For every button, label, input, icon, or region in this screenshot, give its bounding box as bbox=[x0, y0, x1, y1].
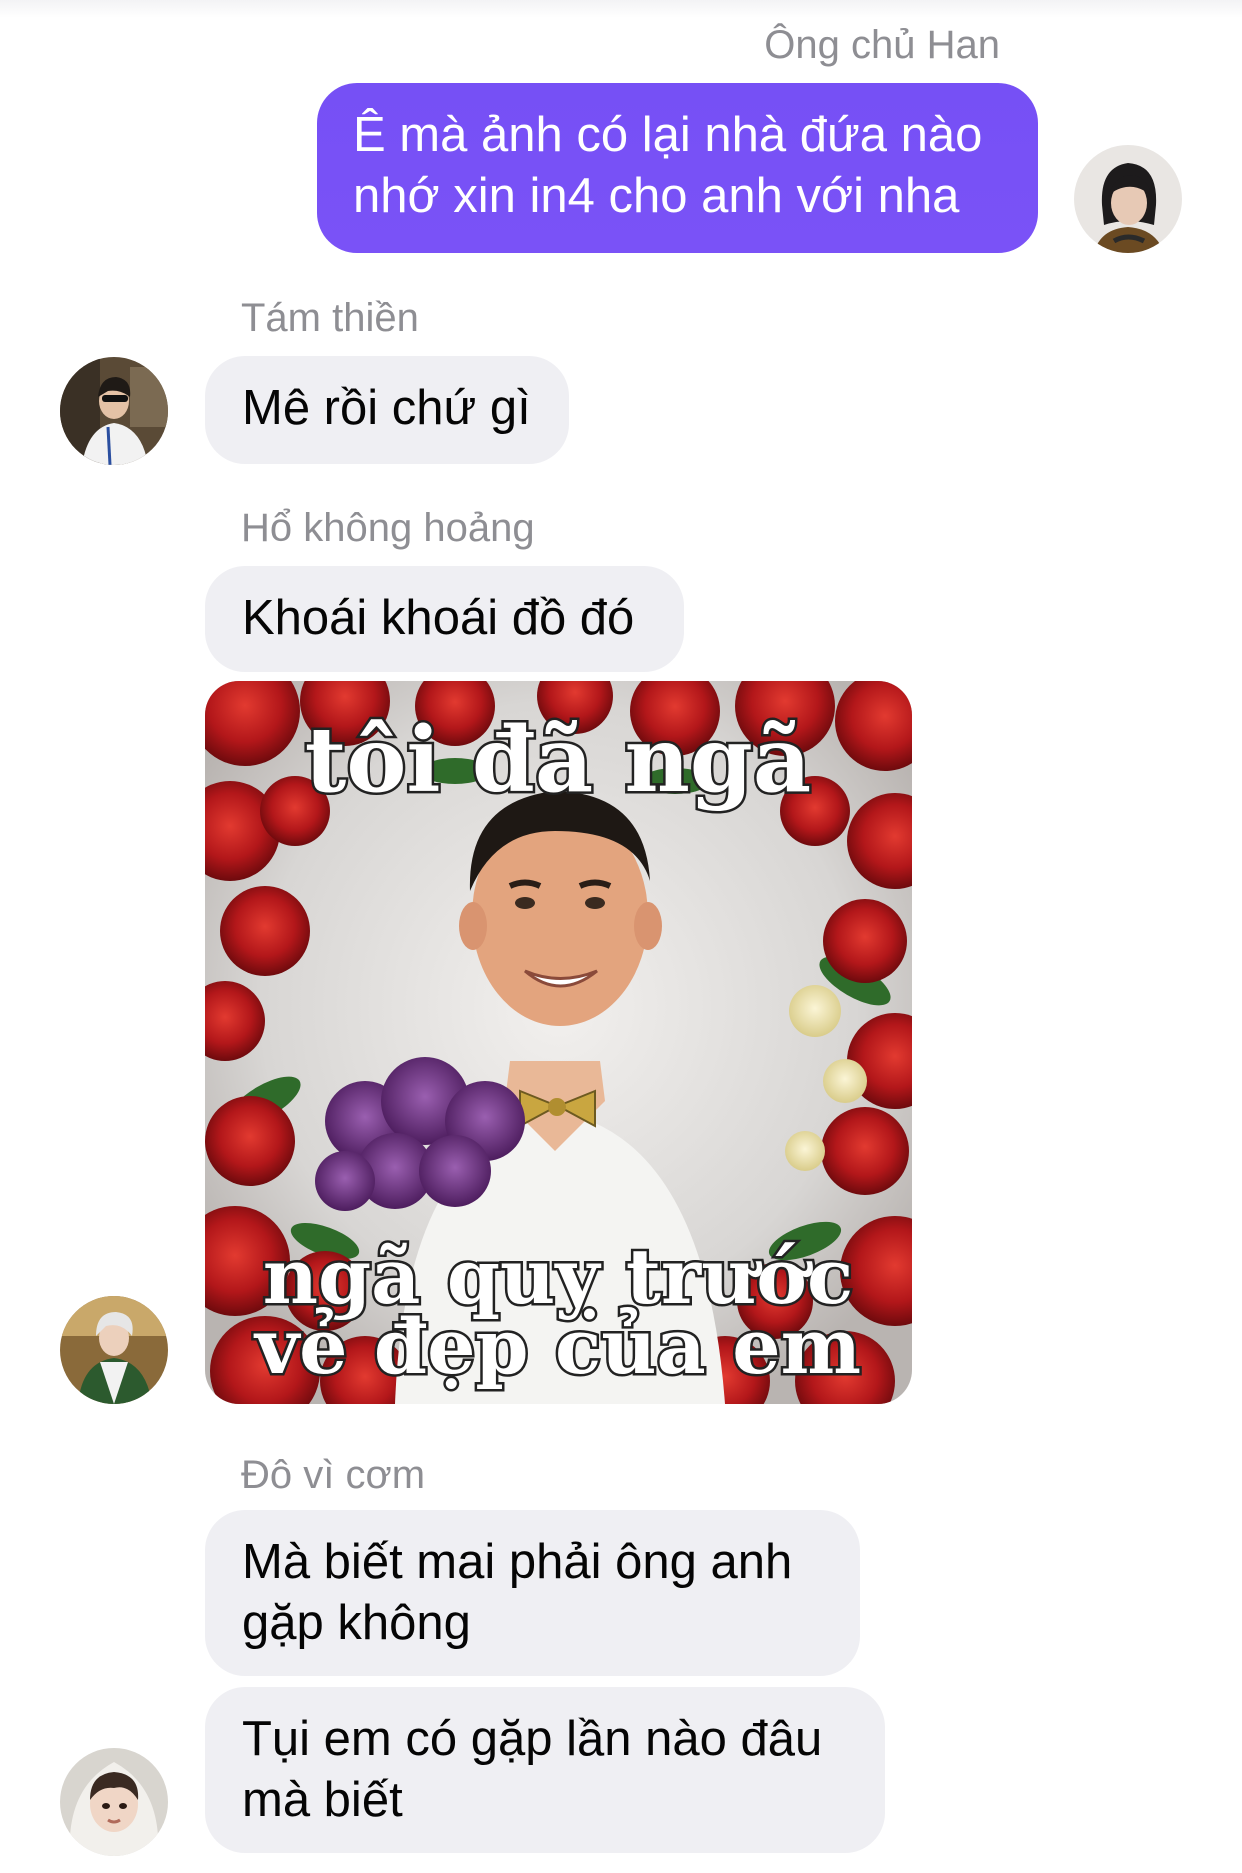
message-line: Mà biết mai phải ông anh bbox=[242, 1535, 793, 1589]
message-line: Ê mà ảnh có lại nhà đứa nào bbox=[353, 108, 983, 162]
sender-name-han: Ông chủ Han bbox=[764, 23, 1000, 67]
top-fade bbox=[0, 0, 1242, 18]
meme-caption-top: tôi đã ngã bbox=[305, 707, 811, 813]
message-line: Mê rồi chứ gì bbox=[242, 381, 531, 435]
message-bubble-incoming[interactable]: Mà biết mai phải ông anh gặp không bbox=[205, 1510, 860, 1676]
avatar-ho-khong-hoang[interactable] bbox=[60, 1296, 168, 1404]
message-line: nhớ xin in4 cho anh với nha bbox=[353, 169, 960, 223]
meme-caption-bottom-2: vẻ đẹp của em bbox=[253, 1302, 861, 1391]
message-bubble-incoming[interactable]: Mê rồi chứ gì bbox=[205, 356, 569, 464]
avatar-tam-thien[interactable] bbox=[60, 357, 168, 465]
sender-name-tam-thien: Tám thiền bbox=[241, 296, 419, 340]
message-bubble-outgoing[interactable]: Ê mà ảnh có lại nhà đứa nào nhớ xin in4 … bbox=[317, 83, 1038, 253]
sender-name-ho-khong-hoang: Hổ không hoảng bbox=[241, 506, 535, 550]
avatar-do-vi-com[interactable] bbox=[60, 1748, 168, 1856]
meme-image[interactable]: tôi đã ngã ngã quỵ trước vẻ đẹp của em bbox=[205, 681, 912, 1404]
sender-name-do-vi-com: Đô vì cơm bbox=[241, 1453, 426, 1497]
message-line: mà biết bbox=[242, 1773, 403, 1827]
message-line: Tụi em có gặp lần nào đâu bbox=[242, 1712, 823, 1766]
message-line: gặp không bbox=[242, 1596, 471, 1650]
message-bubble-incoming[interactable]: Tụi em có gặp lần nào đâu mà biết bbox=[205, 1687, 885, 1853]
avatar-han[interactable] bbox=[1074, 145, 1182, 253]
message-bubble-incoming[interactable]: Khoái khoái đồ đó bbox=[205, 566, 684, 672]
message-line: Khoái khoái đồ đó bbox=[242, 591, 635, 645]
